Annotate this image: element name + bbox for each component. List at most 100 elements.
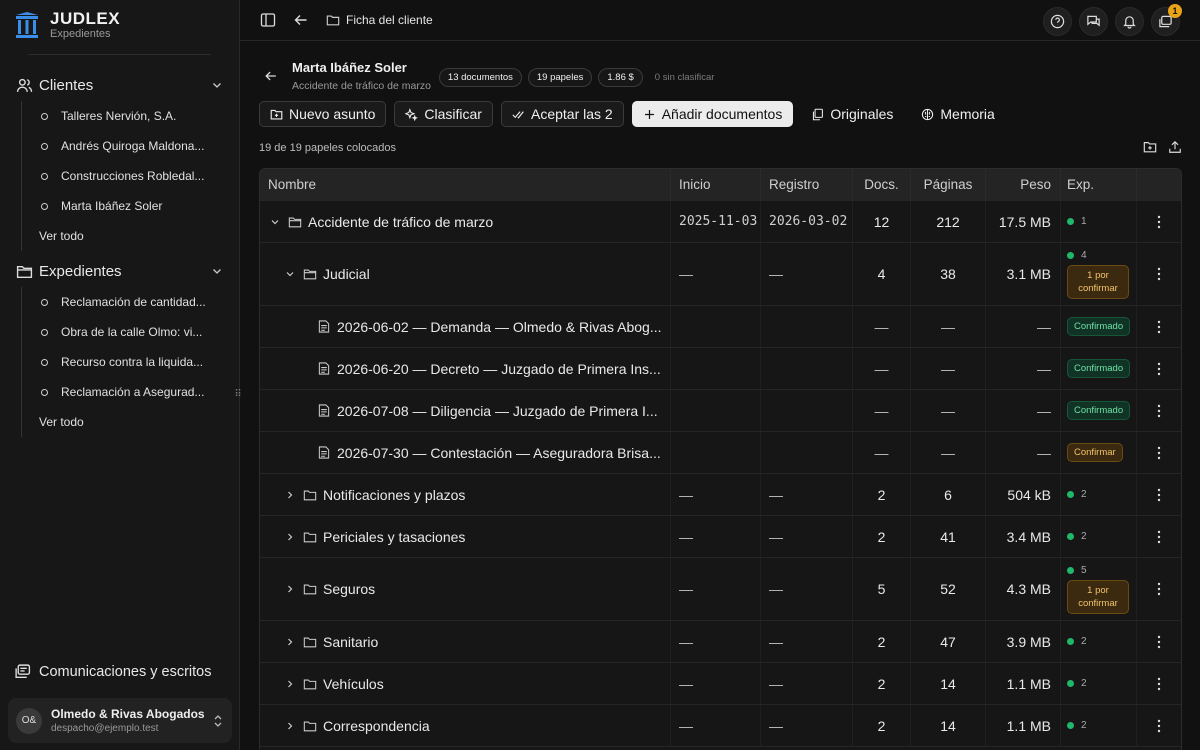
folder-icon — [303, 637, 317, 647]
avatar: O& — [16, 707, 42, 734]
more-vertical-icon[interactable] — [1157, 446, 1161, 460]
more-vertical-icon[interactable] — [1157, 215, 1161, 229]
originals-button[interactable]: Originales — [801, 101, 903, 127]
row-start — [671, 390, 761, 431]
item-label: Marta Ibáñez Soler — [61, 199, 163, 213]
row-docs: 4 — [853, 243, 911, 305]
row-docs: — — [853, 390, 911, 431]
chevron-right-icon[interactable] — [285, 637, 295, 647]
confirm-button[interactable]: Confirmar — [1067, 443, 1123, 462]
section-label: Expedientes — [39, 262, 122, 280]
chat-bubbles-icon — [1087, 15, 1100, 27]
table-row[interactable]: Notificaciones y plazos — — 2 6 504 kB 2 — [260, 474, 1181, 516]
communications-link[interactable]: Comunicaciones y escritos — [14, 663, 211, 680]
row-pages: 14 — [911, 663, 986, 704]
sidebar-section-expedientes[interactable]: Expedientes — [0, 255, 239, 287]
more-vertical-icon[interactable] — [1157, 362, 1161, 376]
upload-icon[interactable] — [1168, 140, 1182, 154]
help-button[interactable] — [1043, 7, 1072, 36]
sidebar-item-client[interactable]: Construcciones Robledal... — [22, 161, 239, 191]
row-exp: 2 — [1081, 678, 1087, 689]
chevron-right-icon[interactable] — [285, 679, 295, 689]
chevron-down-icon[interactable] — [270, 217, 280, 227]
sidebar-toggle-icon[interactable] — [260, 12, 276, 28]
folder-icon — [303, 679, 317, 689]
messages-stack-icon — [15, 664, 31, 679]
column-header-weight[interactable]: Peso — [986, 169, 1061, 200]
table-header-row: Nombre Inicio Registro Docs. Páginas Pes… — [260, 169, 1181, 201]
button-label: Memoria — [940, 106, 995, 122]
more-vertical-icon[interactable] — [1157, 404, 1161, 418]
row-start: — — [671, 243, 761, 305]
chevron-right-icon[interactable] — [285, 532, 295, 542]
pending-badge[interactable]: 1 por confirmar — [1067, 264, 1129, 299]
accept-button[interactable]: Aceptar las 2 — [500, 101, 624, 127]
folder-add-icon[interactable] — [1143, 140, 1157, 154]
row-start: — — [671, 705, 761, 746]
row-pages: 14 — [911, 705, 986, 746]
pillar-logo-icon — [16, 12, 38, 38]
sidebar-item-matter[interactable]: Reclamación de cantidad... — [22, 287, 239, 317]
chevron-down-icon[interactable] — [285, 269, 295, 279]
back-arrow-icon[interactable] — [264, 69, 278, 83]
breadcrumb[interactable]: Ficha del cliente — [326, 13, 433, 27]
table-row[interactable]: Seguros — — 5 52 4.3 MB 5 1 por confirmar — [260, 558, 1181, 621]
new-matter-button[interactable]: Nuevo asunto — [259, 101, 387, 127]
brand[interactable]: JUDLEX Expedientes — [0, 0, 239, 50]
see-all-matters-link[interactable]: Ver todo — [22, 407, 239, 437]
table-row[interactable]: Judicial — — 4 38 3.1 MB 4 1 por confirma… — [260, 243, 1181, 306]
notifications-button[interactable] — [1115, 7, 1144, 36]
more-vertical-icon[interactable] — [1157, 582, 1161, 596]
memory-button[interactable]: Memoria — [911, 101, 1004, 127]
pending-badge[interactable]: 1 por confirmar — [1067, 579, 1129, 614]
column-header-name[interactable]: Nombre — [260, 169, 671, 200]
more-vertical-icon[interactable] — [1157, 719, 1161, 733]
row-registry: — — [761, 705, 853, 746]
chevron-right-icon[interactable] — [285, 721, 295, 731]
chat-button[interactable] — [1079, 7, 1108, 36]
more-vertical-icon[interactable] — [1157, 677, 1161, 691]
sidebar-item-matter[interactable]: Obra de la calle Olmo: vi... — [22, 317, 239, 347]
item-label: Recurso contra la liquida... — [61, 355, 204, 369]
row-pages: 41 — [911, 516, 986, 557]
file-text-icon — [318, 320, 330, 333]
table-row[interactable]: Periciales y tasaciones — — 2 41 3.4 MB … — [260, 516, 1181, 558]
sidebar-item-matter[interactable]: Reclamación a Asegurad... — [22, 377, 239, 407]
chevron-right-icon[interactable] — [285, 584, 295, 594]
more-vertical-icon[interactable] — [1157, 267, 1161, 281]
table-row[interactable]: 2026-06-20 — Decreto — Juzgado de Primer… — [260, 348, 1181, 390]
button-label: Nuevo asunto — [289, 106, 376, 122]
column-header-docs[interactable]: Docs. — [853, 169, 911, 200]
column-header-start[interactable]: Inicio — [671, 169, 761, 200]
table-row[interactable]: Accidente de tráfico de marzo 2025-11-03… — [260, 201, 1181, 243]
table-row[interactable]: 2026-07-08 — Diligencia — Juzgado de Pri… — [260, 390, 1181, 432]
classify-button[interactable]: Clasificar — [394, 101, 493, 127]
see-all-clients-link[interactable]: Ver todo — [22, 221, 239, 251]
expedientes-list: Reclamación de cantidad... Obra de la ca… — [21, 287, 239, 437]
back-arrow-icon[interactable] — [293, 12, 309, 28]
column-header-registry[interactable]: Registro — [761, 169, 853, 200]
table-row[interactable]: Correspondencia — — 2 14 1.1 MB 2 — [260, 705, 1181, 747]
table-row[interactable]: Sanitario — — 2 47 3.9 MB 2 — [260, 621, 1181, 663]
sidebar-item-client[interactable]: Marta Ibáñez Soler — [22, 191, 239, 221]
papers-count-pill: 19 papeles — [527, 68, 593, 87]
table-row[interactable]: 2026-06-02 — Demanda — Olmedo & Rivas Ab… — [260, 306, 1181, 348]
sidebar-item-client[interactable]: Talleres Nervión, S.A. — [22, 101, 239, 131]
table-row[interactable]: Vehículos — — 2 14 1.1 MB 2 — [260, 663, 1181, 705]
inbox-button[interactable]: 1 — [1151, 4, 1182, 36]
column-header-pages[interactable]: Páginas — [911, 169, 986, 200]
add-documents-button[interactable]: Añadir documentos — [631, 101, 794, 127]
row-name: Notificaciones y plazos — [323, 486, 466, 503]
chevron-right-icon[interactable] — [285, 490, 295, 500]
sidebar-section-clientes[interactable]: Clientes — [0, 69, 239, 101]
table-row[interactable]: 2026-07-30 — Contestación — Aseguradora … — [260, 432, 1181, 474]
more-vertical-icon[interactable] — [1157, 530, 1161, 544]
more-vertical-icon[interactable] — [1157, 635, 1161, 649]
account-switcher[interactable]: O& Olmedo & Rivas Abogados despacho@ejem… — [8, 698, 232, 743]
sidebar-item-matter[interactable]: Recurso contra la liquida... — [22, 347, 239, 377]
more-vertical-icon[interactable] — [1157, 488, 1161, 502]
chevron-down-icon — [213, 269, 221, 274]
column-header-exp[interactable]: Exp. — [1061, 169, 1137, 200]
sidebar-item-client[interactable]: Andrés Quiroga Maldona... — [22, 131, 239, 161]
more-vertical-icon[interactable] — [1157, 320, 1161, 334]
